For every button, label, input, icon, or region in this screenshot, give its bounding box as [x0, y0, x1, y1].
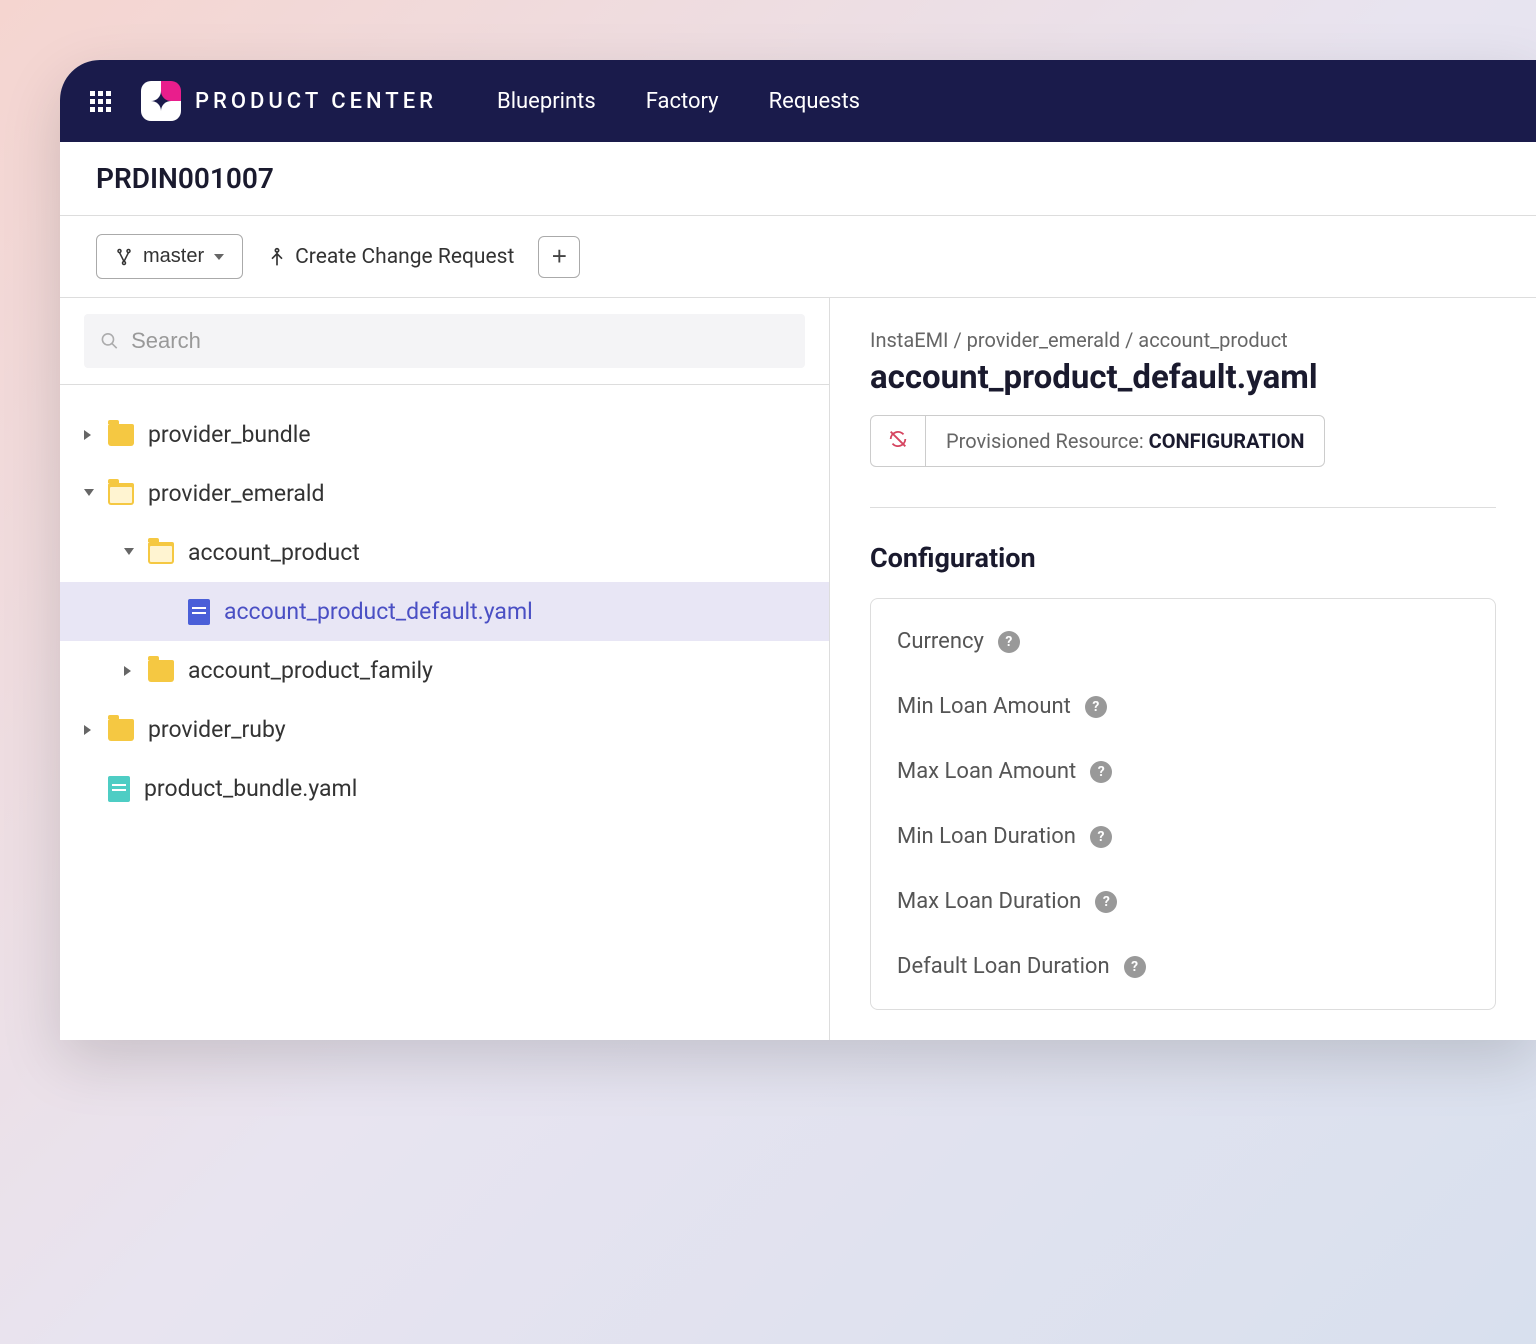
project-bar: PRDIN001007	[60, 142, 1536, 216]
config-label: Max Loan Duration	[897, 889, 1081, 914]
file-tree: provider_bundle provider_emerald account…	[60, 385, 829, 838]
chevron-right-icon	[124, 666, 134, 676]
tree-file-product-bundle[interactable]: product_bundle.yaml	[60, 759, 829, 818]
section-title: Configuration	[870, 542, 1496, 574]
config-label: Currency	[897, 629, 984, 654]
search-wrap	[60, 298, 829, 385]
breadcrumb[interactable]: InstaEMI / provider_emerald / account_pr…	[870, 328, 1496, 352]
search-input[interactable]	[131, 328, 789, 354]
help-icon[interactable]: ?	[1095, 891, 1117, 913]
search-box	[84, 314, 805, 368]
nav-links: Blueprints Factory Requests	[497, 89, 860, 114]
search-icon	[100, 331, 119, 351]
config-row-max-loan-amount: Max Loan Amount ?	[871, 739, 1495, 804]
resource-badge-text: Provisioned Resource: CONFIGURATION	[926, 417, 1324, 465]
help-icon[interactable]: ?	[998, 631, 1020, 653]
caret-down-icon	[214, 254, 224, 260]
nav-requests[interactable]: Requests	[769, 89, 860, 114]
divider	[870, 507, 1496, 508]
app-window: PRODUCT CENTER Blueprints Factory Reques…	[60, 60, 1536, 1040]
branch-selector[interactable]: master	[96, 234, 243, 279]
nav-factory[interactable]: Factory	[646, 89, 719, 114]
tree-file-account-product-default[interactable]: account_product_default.yaml	[60, 582, 829, 641]
app-launcher-icon[interactable]	[90, 91, 111, 112]
logo-icon	[141, 81, 181, 121]
help-icon[interactable]: ?	[1124, 956, 1146, 978]
tree-folder-provider-ruby[interactable]: provider_ruby	[60, 700, 829, 759]
chevron-right-icon	[84, 430, 94, 440]
sidebar: provider_bundle provider_emerald account…	[60, 298, 830, 1040]
resource-badge: Provisioned Resource: CONFIGURATION	[870, 415, 1325, 467]
config-label: Default Loan Duration	[897, 954, 1110, 979]
config-row-min-loan-duration: Min Loan Duration ?	[871, 804, 1495, 869]
folder-icon	[108, 424, 134, 446]
chevron-right-icon	[84, 725, 94, 735]
config-label: Min Loan Duration	[897, 824, 1076, 849]
folder-open-icon	[148, 542, 174, 564]
tree-folder-provider-emerald[interactable]: provider_emerald	[60, 464, 829, 523]
chevron-down-icon	[84, 489, 94, 499]
project-id: PRDIN001007	[96, 162, 1500, 195]
sync-disabled-icon	[871, 416, 926, 466]
folder-icon	[108, 719, 134, 741]
config-panel: Currency ? Min Loan Amount ? Max Loan Am…	[870, 598, 1496, 1010]
action-bar: master Create Change Request +	[60, 216, 1536, 298]
tree-label: provider_ruby	[148, 716, 286, 743]
tree-folder-account-product[interactable]: account_product	[60, 523, 829, 582]
tree-folder-provider-bundle[interactable]: provider_bundle	[60, 405, 829, 464]
file-icon	[108, 776, 130, 802]
tree-label: provider_emerald	[148, 480, 325, 507]
config-row-currency: Currency ?	[871, 609, 1495, 674]
branch-icon	[115, 248, 133, 266]
tree-label: provider_bundle	[148, 421, 311, 448]
config-label: Min Loan Amount	[897, 694, 1071, 719]
nav-blueprints[interactable]: Blueprints	[497, 89, 596, 114]
main-area: provider_bundle provider_emerald account…	[60, 298, 1536, 1040]
tree-label: product_bundle.yaml	[144, 775, 357, 802]
logo[interactable]: PRODUCT CENTER	[141, 81, 437, 121]
help-icon[interactable]: ?	[1085, 696, 1107, 718]
merge-icon	[267, 246, 287, 268]
create-change-request[interactable]: Create Change Request	[267, 245, 514, 269]
tree-label: account_product_family	[188, 657, 433, 684]
file-icon	[188, 599, 210, 625]
help-icon[interactable]: ?	[1090, 826, 1112, 848]
change-request-label: Create Change Request	[295, 245, 514, 269]
add-button[interactable]: +	[538, 236, 580, 278]
tree-folder-account-product-family[interactable]: account_product_family	[60, 641, 829, 700]
chevron-down-icon	[124, 548, 134, 558]
topbar: PRODUCT CENTER Blueprints Factory Reques…	[60, 60, 1536, 142]
config-row-max-loan-duration: Max Loan Duration ?	[871, 869, 1495, 934]
config-row-default-loan-duration: Default Loan Duration ?	[871, 934, 1495, 999]
page-title: account_product_default.yaml	[870, 358, 1496, 397]
content-panel: InstaEMI / provider_emerald / account_pr…	[830, 298, 1536, 1040]
config-label: Max Loan Amount	[897, 759, 1076, 784]
tree-label: account_product_default.yaml	[224, 598, 533, 625]
help-icon[interactable]: ?	[1090, 761, 1112, 783]
brand-text: PRODUCT CENTER	[195, 89, 437, 114]
branch-name: master	[143, 245, 204, 268]
tree-label: account_product	[188, 539, 360, 566]
plus-icon: +	[552, 241, 567, 272]
config-row-min-loan-amount: Min Loan Amount ?	[871, 674, 1495, 739]
folder-open-icon	[108, 483, 134, 505]
folder-icon	[148, 660, 174, 682]
